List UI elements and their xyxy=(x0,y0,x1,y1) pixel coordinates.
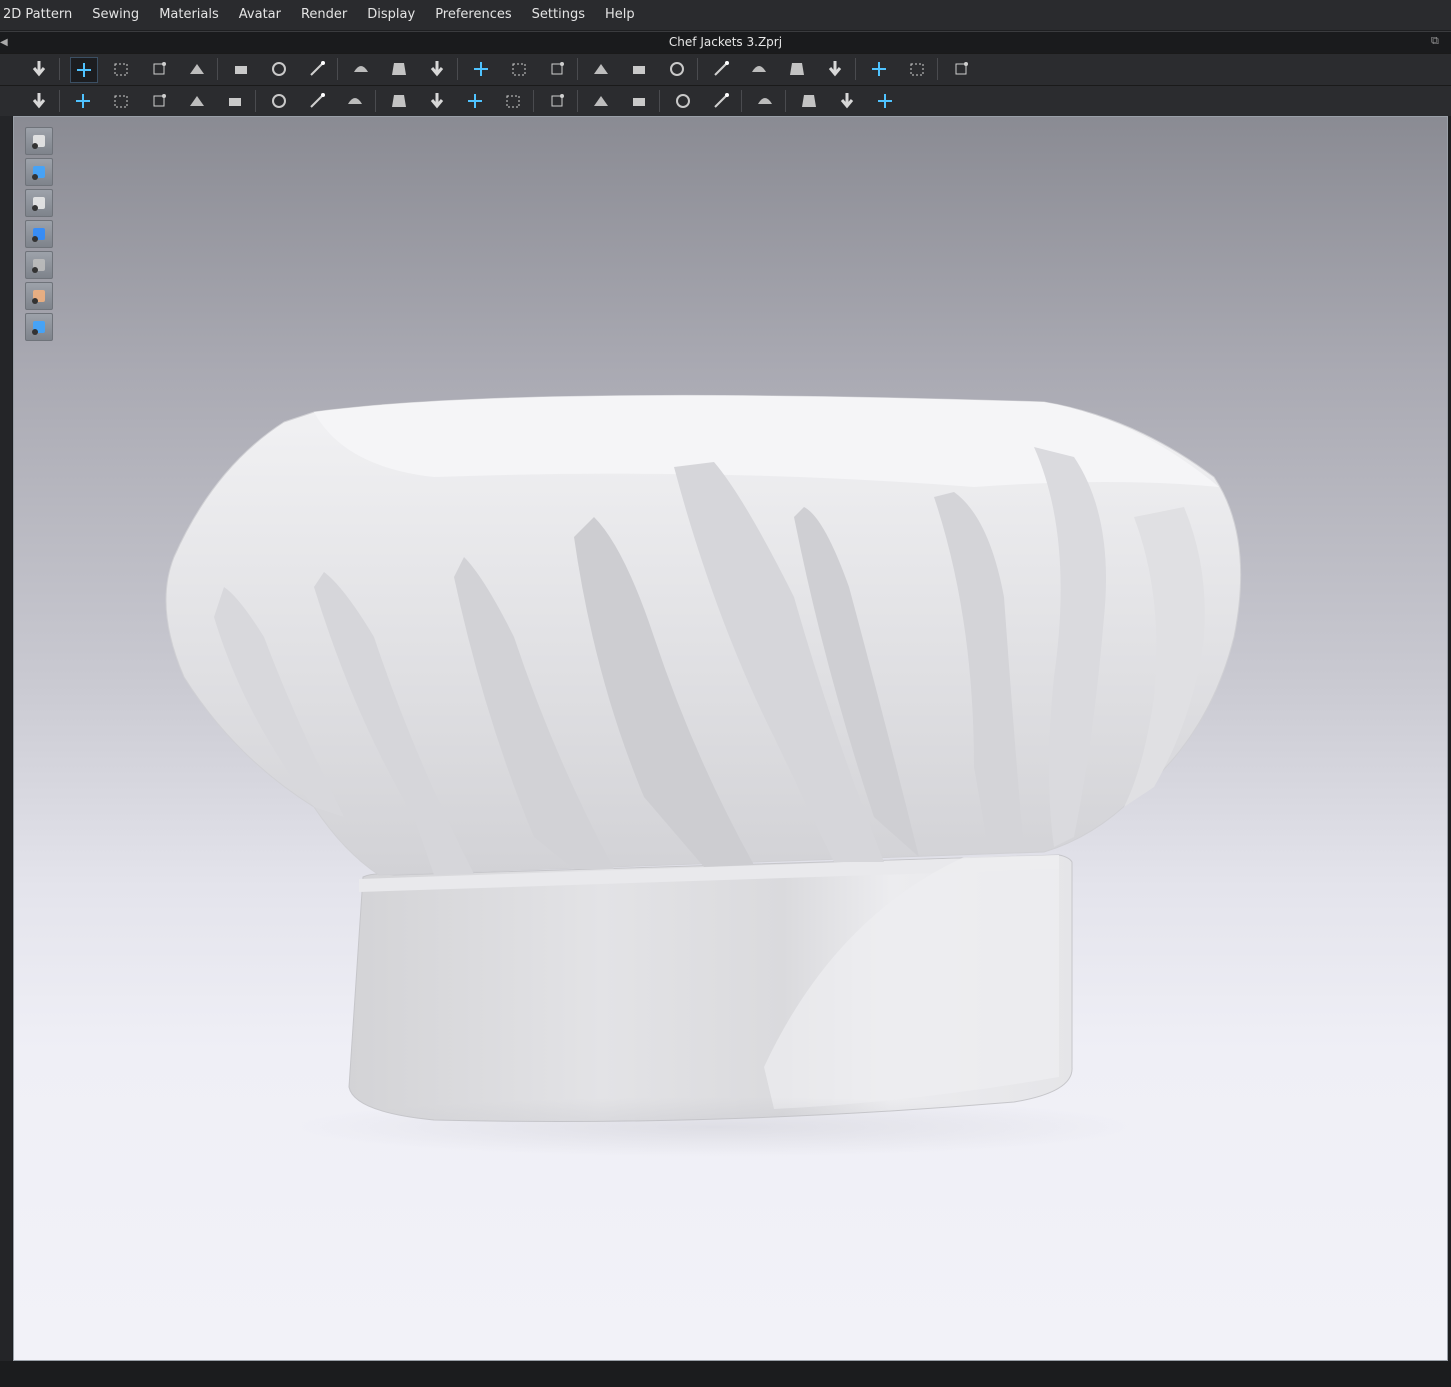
left-side-strip xyxy=(0,116,12,1361)
tack-icon[interactable] xyxy=(228,57,254,81)
length-icon[interactable] xyxy=(146,89,172,113)
symmetric-icon[interactable] xyxy=(822,57,848,81)
menu-settings[interactable]: Settings xyxy=(522,0,595,30)
window-title: Chef Jackets 3.Zprj xyxy=(668,35,783,49)
show-avatar-icon[interactable] xyxy=(25,189,53,217)
edit-measure-icon[interactable] xyxy=(70,89,96,113)
fabric-swatch-icon[interactable] xyxy=(626,89,652,113)
menu-bar: 2D Pattern Sewing Materials Avatar Rende… xyxy=(0,0,1451,30)
menu-avatar[interactable]: Avatar xyxy=(229,0,291,30)
toolbar-3d-secondary xyxy=(0,85,1451,116)
avatar-walk-icon[interactable] xyxy=(26,89,52,113)
3d-viewport[interactable] xyxy=(13,116,1448,1361)
toolbar-separator xyxy=(255,90,256,112)
menu-preferences[interactable]: Preferences xyxy=(425,0,521,30)
menu-materials[interactable]: Materials xyxy=(149,0,229,30)
toolbar-separator xyxy=(577,90,578,112)
transform-icon[interactable] xyxy=(146,57,172,81)
toolbar-separator xyxy=(375,90,376,112)
fold-pin-icon[interactable] xyxy=(386,57,412,81)
show-mesh-icon[interactable] xyxy=(25,313,53,341)
snap-icon[interactable] xyxy=(500,89,526,113)
status-bar xyxy=(0,1361,1451,1387)
zipper-icon[interactable] xyxy=(544,89,570,113)
arrange-up-icon[interactable] xyxy=(588,57,614,81)
line-icon[interactable] xyxy=(462,89,488,113)
flat-garment-icon[interactable] xyxy=(834,89,860,113)
toolbar-separator xyxy=(59,58,60,80)
layer-icon[interactable] xyxy=(708,57,734,81)
seamline-icon[interactable] xyxy=(784,57,810,81)
popout-window-icon[interactable]: ⧉ xyxy=(1431,35,1443,47)
window-title-bar: ◀ Chef Jackets 3.Zprj ⧉ xyxy=(0,31,1451,53)
toolbar-separator xyxy=(59,90,60,112)
toolbar-separator xyxy=(577,58,578,80)
toolbar-separator xyxy=(785,90,786,112)
trim-icon[interactable] xyxy=(752,89,778,113)
height-icon[interactable] xyxy=(184,89,210,113)
buttonhole-icon[interactable] xyxy=(424,89,450,113)
toolbar-separator xyxy=(697,58,698,80)
garment-fit-icon[interactable] xyxy=(468,57,494,81)
chef-hat-model xyxy=(165,394,1242,1157)
texture-icon[interactable] xyxy=(342,89,368,113)
size-icon[interactable] xyxy=(796,89,822,113)
toolbar-separator xyxy=(337,58,338,80)
puckering-icon[interactable] xyxy=(266,89,292,113)
avatar-pose-icon[interactable] xyxy=(544,57,570,81)
material-icon[interactable] xyxy=(708,89,734,113)
simulation-icon[interactable] xyxy=(26,57,52,81)
show-fabric-icon[interactable] xyxy=(25,220,53,248)
garment-measure-icon[interactable] xyxy=(222,89,248,113)
ruler-icon[interactable] xyxy=(948,57,974,81)
menu-2d-pattern[interactable]: 2D Pattern xyxy=(0,0,82,30)
toolbar-separator xyxy=(533,90,534,112)
toolbar-3d-primary xyxy=(0,53,1451,85)
menu-sewing[interactable]: Sewing xyxy=(82,0,149,30)
button-icon[interactable] xyxy=(386,89,412,113)
toolbar-separator xyxy=(937,58,938,80)
viewport-display-toolbar xyxy=(25,127,53,344)
tack-on-avatar-icon[interactable] xyxy=(266,57,292,81)
pin-icon[interactable] xyxy=(348,57,374,81)
strap-icon[interactable] xyxy=(506,57,532,81)
tack-on-fabric-icon[interactable] xyxy=(304,57,330,81)
show-texture-icon[interactable] xyxy=(25,251,53,279)
select-mesh-box-icon[interactable] xyxy=(108,57,134,81)
cloth-pin-icon[interactable] xyxy=(424,57,450,81)
circumference-icon[interactable] xyxy=(108,89,134,113)
layer-down-icon[interactable] xyxy=(746,57,772,81)
toolbar-separator xyxy=(659,90,660,112)
tape-measure-icon[interactable] xyxy=(904,57,930,81)
avatar-skin-icon[interactable] xyxy=(25,282,53,310)
toolbar-separator xyxy=(217,58,218,80)
stitch-icon[interactable] xyxy=(304,89,330,113)
graphic-icon[interactable] xyxy=(670,89,696,113)
arrange-side-icon[interactable] xyxy=(664,57,690,81)
gradient-icon[interactable] xyxy=(588,89,614,113)
fold-arrange-icon[interactable] xyxy=(184,57,210,81)
menu-render[interactable]: Render xyxy=(291,0,357,30)
menu-display[interactable]: Display xyxy=(357,0,425,30)
select-move-icon[interactable] xyxy=(70,57,98,83)
garment-3d-icon[interactable] xyxy=(872,89,898,113)
toolbar-separator xyxy=(855,58,856,80)
measure-circle-icon[interactable] xyxy=(866,57,892,81)
toolbar-separator xyxy=(741,90,742,112)
show-sewing-icon[interactable] xyxy=(25,158,53,186)
toolbar-separator xyxy=(457,58,458,80)
show-garment-icon[interactable] xyxy=(25,127,53,155)
arrange-down-icon[interactable] xyxy=(626,57,652,81)
menu-help[interactable]: Help xyxy=(595,0,645,30)
